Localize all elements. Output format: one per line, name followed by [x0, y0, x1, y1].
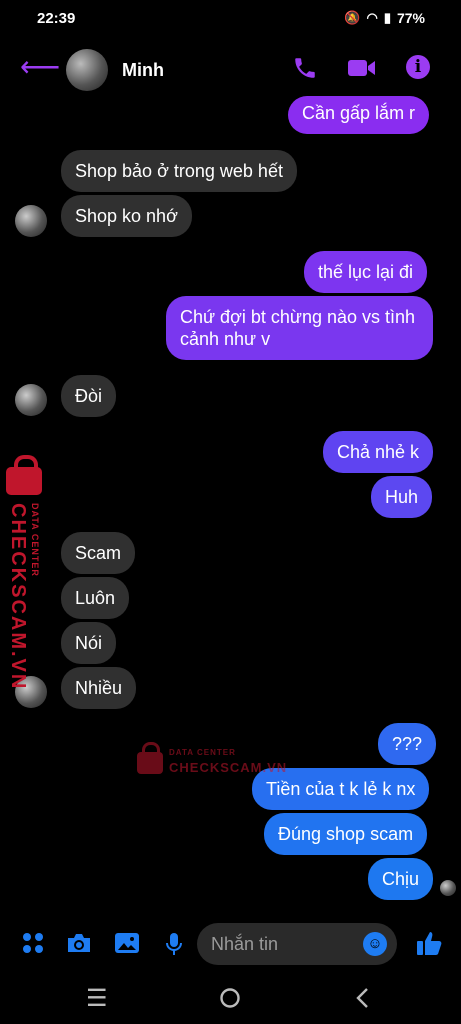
message-bubble-outgoing[interactable]: thế lục lại đi [304, 251, 428, 293]
message-input[interactable]: Nhắn tin ☺ [197, 923, 397, 965]
message-bubble-outgoing[interactable]: Chịu [368, 858, 434, 900]
message-bubble-outgoing[interactable]: Cần gấp lắm r [288, 96, 430, 134]
status-bar: 22:39 🔕 ◠ ▮ 77% [0, 0, 461, 38]
battery-icon: ▮ [383, 10, 391, 25]
system-nav-bar: ☰ [0, 975, 461, 1024]
watermark-side: CHECKSCAM.VN DATA CENTER [2, 455, 50, 690]
message-bubble-incoming[interactable]: Nói [61, 622, 117, 664]
phone-icon[interactable] [292, 55, 318, 85]
home-icon[interactable] [219, 987, 241, 1014]
image-icon[interactable] [114, 932, 140, 958]
seen-avatar [440, 880, 456, 896]
four-dots-icon[interactable] [22, 932, 44, 958]
lock-icon [137, 742, 163, 774]
message-bubble-incoming[interactable]: Đòi [61, 375, 117, 417]
message-bubble-incoming[interactable]: Shop ko nhớ [61, 195, 192, 237]
watermark-tagline: DATA CENTER [169, 748, 236, 757]
microphone-icon[interactable] [164, 932, 184, 960]
contact-avatar-small [15, 384, 47, 416]
battery-percent: 77% [396, 10, 425, 26]
info-icon[interactable]: i [406, 55, 430, 79]
message-composer: Nhắn tin ☺ [0, 918, 461, 974]
status-time: 22:39 [37, 10, 76, 27]
lock-icon [6, 455, 42, 495]
status-icons: 🔕 ◠ ▮ 77% [344, 10, 425, 26]
message-bubble-outgoing[interactable]: Huh [371, 476, 433, 518]
contact-avatar-small [15, 205, 47, 237]
message-bubble-outgoing[interactable]: ??? [378, 723, 437, 765]
message-bubble-incoming[interactable]: Shop bảo ở trong web hết [61, 150, 297, 192]
chat-header: ⟵ Minh i [0, 40, 461, 102]
message-line: cảnh như v [180, 329, 271, 349]
recent-apps-icon[interactable]: ☰ [86, 987, 108, 1011]
message-line: Chứ đợi bt chừng nào vs tình [180, 307, 416, 327]
mute-bell-icon: 🔕 [344, 10, 361, 25]
message-bubble-incoming[interactable]: Nhiều [61, 667, 137, 709]
contact-avatar[interactable] [66, 49, 108, 91]
emoji-icon[interactable]: ☺ [363, 932, 387, 956]
message-bubble-outgoing[interactable]: Chứ đợi bt chừng nào vs tình cảnh như v [166, 296, 433, 360]
watermark-brand: CHECKSCAM.VN [7, 503, 29, 691]
message-bubble-incoming[interactable]: Luôn [61, 577, 130, 619]
watermark-brand: CHECKSCAM.VN [169, 760, 288, 775]
wifi-icon: ◠ [366, 10, 378, 25]
message-bubble-incoming[interactable]: Scam [61, 532, 136, 574]
message-bubble-outgoing[interactable]: Đúng shop scam [264, 813, 428, 855]
thumbs-up-icon[interactable] [416, 930, 444, 960]
video-camera-icon[interactable] [347, 55, 377, 85]
message-input-placeholder: Nhắn tin [211, 934, 279, 954]
back-nav-icon[interactable] [354, 987, 370, 1014]
back-arrow-icon[interactable]: ⟵ [20, 53, 60, 81]
message-bubble-outgoing[interactable]: Chả nhẻ k [323, 431, 434, 473]
watermark-tagline: DATA CENTER [30, 503, 40, 577]
camera-icon[interactable] [66, 932, 92, 958]
contact-name[interactable]: Minh [122, 60, 164, 81]
